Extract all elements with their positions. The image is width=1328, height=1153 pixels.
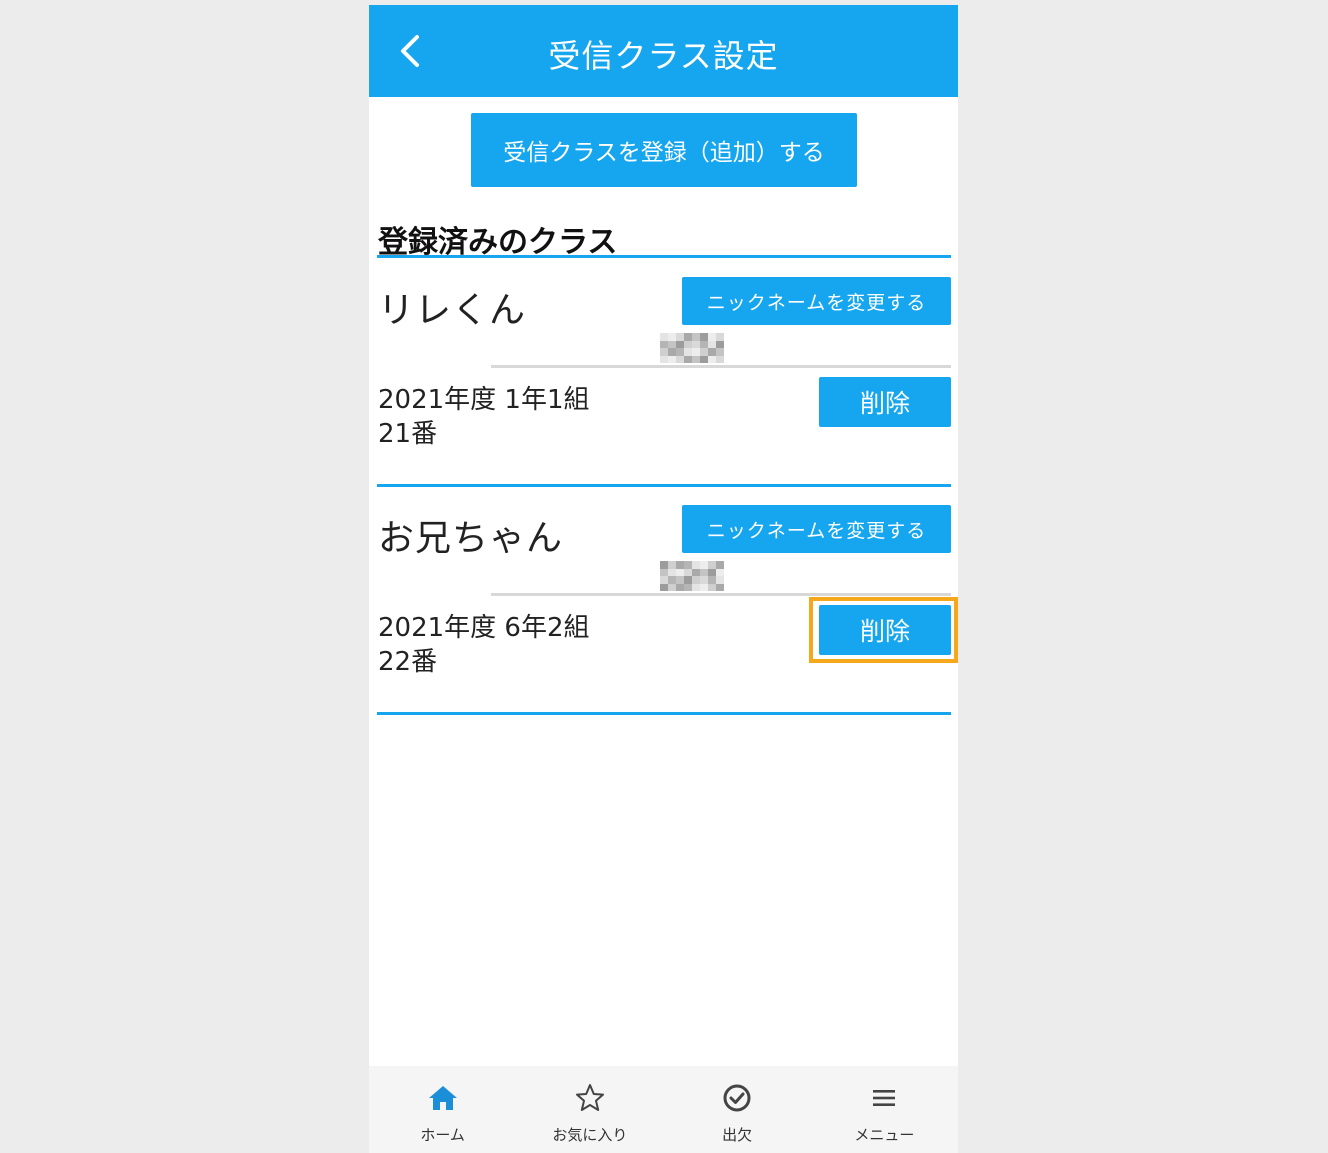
- section-divider: [377, 255, 951, 258]
- bottom-tab-bar: ホーム お気に入り 出欠 メニュー: [369, 1066, 958, 1153]
- class-info: 2021年度 6年2組 22番: [378, 611, 590, 679]
- add-class-button[interactable]: 受信クラスを登録（追加）する: [471, 113, 857, 187]
- class-info: 2021年度 1年1組 21番: [378, 383, 590, 451]
- entry-divider: [491, 593, 951, 596]
- page-title: 受信クラス設定: [548, 37, 779, 75]
- tab-favorites[interactable]: お気に入り: [516, 1066, 663, 1153]
- star-icon: [575, 1084, 604, 1111]
- class-number: 22番: [378, 647, 438, 677]
- check-circle-icon: [723, 1084, 751, 1112]
- nickname: リレくん: [378, 290, 527, 331]
- tab-label: メニュー: [854, 1126, 915, 1144]
- delete-button[interactable]: 削除: [819, 605, 951, 655]
- class-year-grade: 2021年度 6年2組: [378, 613, 590, 643]
- class-year-grade: 2021年度 1年1組: [378, 385, 590, 415]
- tab-home[interactable]: ホーム: [369, 1066, 516, 1153]
- tab-attendance[interactable]: 出欠: [664, 1066, 811, 1153]
- tab-label: お気に入り: [552, 1126, 628, 1144]
- pixelated-name: [660, 333, 724, 363]
- nickname: お兄ちゃん: [378, 518, 564, 559]
- change-nickname-button[interactable]: ニックネームを変更する: [682, 277, 951, 325]
- tab-menu[interactable]: メニュー: [811, 1066, 958, 1153]
- entry-separator: [377, 484, 951, 487]
- entry-separator: [377, 712, 951, 715]
- class-number: 21番: [378, 419, 438, 449]
- entry-divider: [491, 365, 951, 368]
- pixelated-name: [660, 561, 724, 591]
- tab-label: ホーム: [420, 1126, 465, 1144]
- menu-icon: [873, 1090, 896, 1106]
- delete-button[interactable]: 削除: [819, 377, 951, 427]
- app-screen: 受信クラス設定 受信クラスを登録（追加）する 登録済みのクラス リレくん ニック…: [369, 5, 958, 1153]
- change-nickname-button[interactable]: ニックネームを変更する: [682, 505, 951, 553]
- tab-label: 出欠: [722, 1126, 753, 1144]
- app-header: 受信クラス設定: [369, 5, 958, 97]
- home-icon: [428, 1086, 457, 1110]
